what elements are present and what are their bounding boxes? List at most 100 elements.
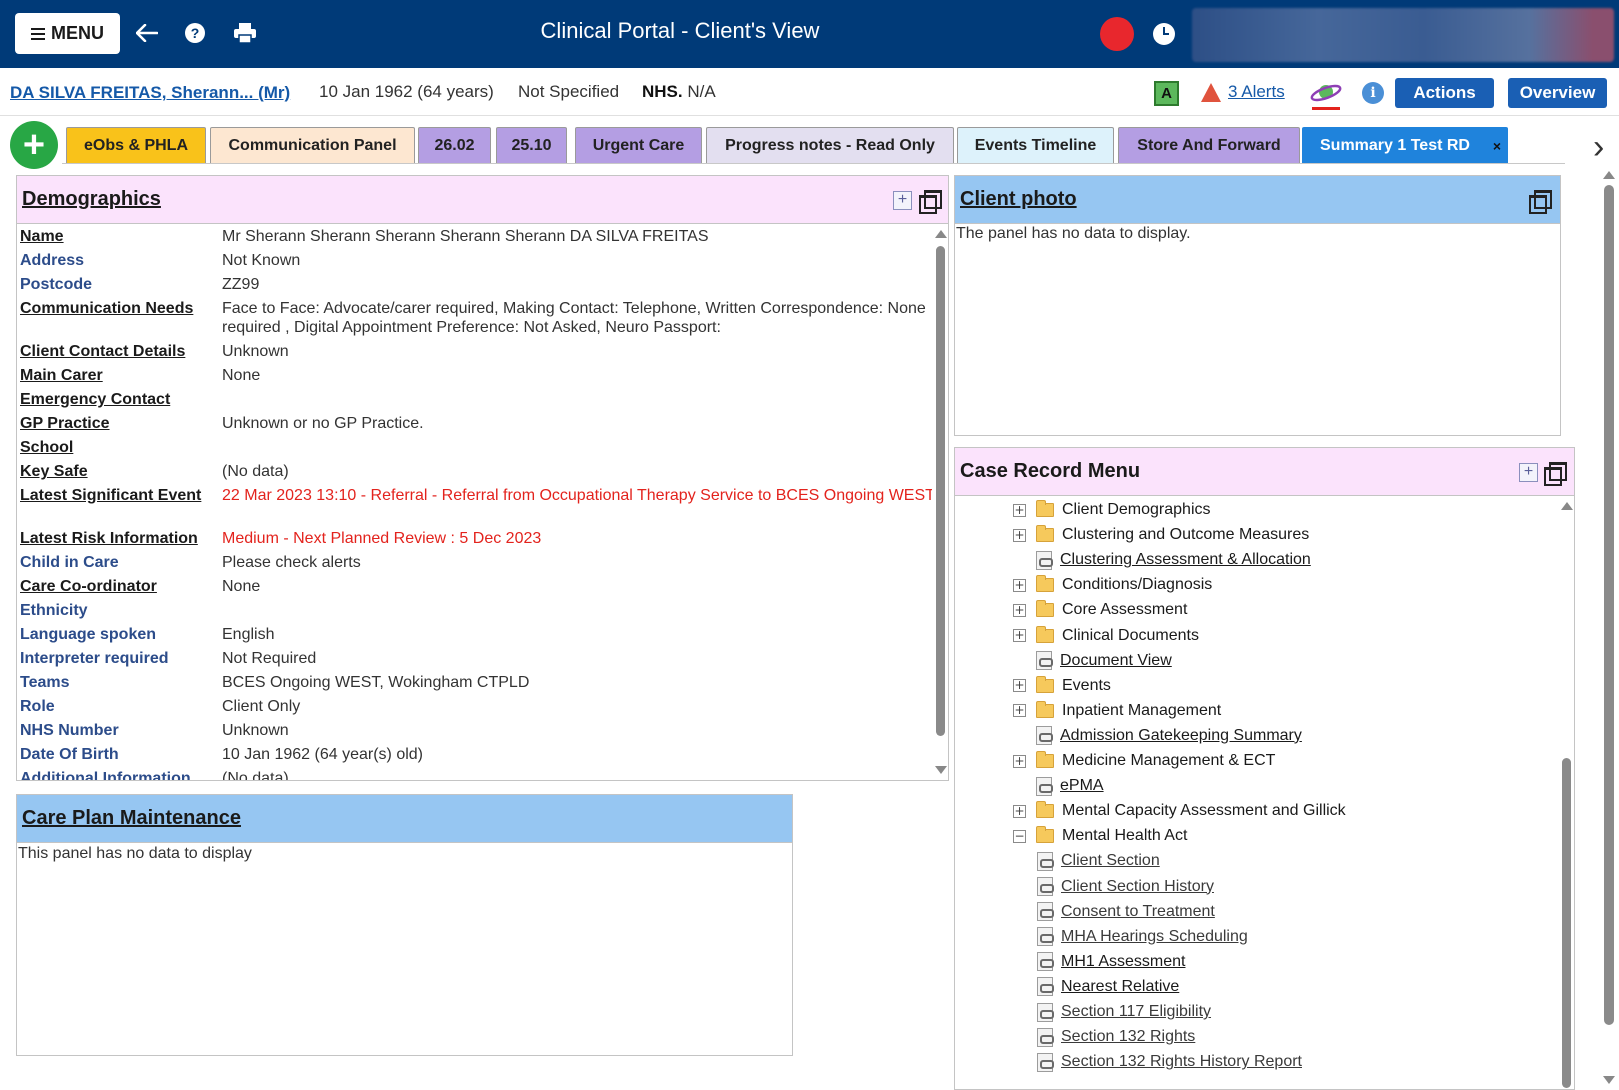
back-arrow-icon[interactable] <box>133 19 161 47</box>
restore-window-icon[interactable] <box>1544 462 1567 486</box>
expand-plus-icon[interactable]: + <box>1519 463 1538 482</box>
restore-window-icon[interactable] <box>919 190 942 214</box>
tree-item[interactable]: + Inpatient Management <box>1013 700 1221 722</box>
demographics-scrollbar[interactable] <box>932 224 948 780</box>
tree-item-label[interactable]: Nearest Relative <box>1061 978 1179 996</box>
tree-item-label[interactable]: Core Assessment <box>1062 601 1187 619</box>
tree-item-label[interactable]: Section 117 Eligibility <box>1061 1003 1211 1021</box>
tree-item[interactable]: Section 117 Eligibility <box>1037 1001 1211 1023</box>
warning-icon[interactable] <box>1201 83 1221 102</box>
tree-item-label[interactable]: Mental Health Act <box>1062 827 1187 845</box>
tree-item-label[interactable]: MHA Hearings Scheduling <box>1061 928 1248 946</box>
tree-item-label[interactable]: Section 132 Rights <box>1061 1028 1195 1046</box>
expand-icon[interactable]: + <box>1013 578 1026 592</box>
tree-item-label[interactable]: Consent to Treatment <box>1061 903 1215 921</box>
tree-item[interactable]: MHA Hearings Scheduling <box>1037 926 1248 948</box>
clock-icon[interactable] <box>1153 23 1175 45</box>
scroll-up-icon[interactable] <box>1561 502 1573 510</box>
tree-item[interactable]: + Conditions/Diagnosis <box>1013 574 1212 596</box>
help-icon[interactable]: ? <box>181 19 209 47</box>
tree-item[interactable]: ePMA <box>1013 775 1104 797</box>
tab-progress-notes[interactable]: Progress notes - Read Only <box>706 127 954 164</box>
field-label[interactable]: School <box>20 438 210 457</box>
tree-item[interactable]: Client Section <box>1037 850 1160 872</box>
tree-item-label[interactable]: Inpatient Management <box>1062 702 1221 720</box>
tree-item[interactable]: + Clustering and Outcome Measures <box>1013 524 1309 546</box>
tree-item[interactable]: Clustering Assessment & Allocation <box>1013 549 1311 571</box>
actions-button[interactable]: Actions <box>1395 78 1494 108</box>
expand-icon[interactable]: + <box>1013 629 1026 642</box>
expand-icon[interactable]: + <box>1013 603 1026 617</box>
tree-item-label[interactable]: Document View <box>1060 652 1172 670</box>
add-tab-button[interactable]: + <box>10 121 58 169</box>
page-scrollbar[interactable] <box>1600 165 1618 1090</box>
tree-item-label[interactable]: Clustering and Outcome Measures <box>1062 526 1309 544</box>
expand-icon[interactable]: + <box>1013 704 1026 718</box>
planet-icon[interactable] <box>1309 78 1343 112</box>
tree-item-label[interactable]: Admission Gatekeeping Summary <box>1060 727 1302 745</box>
tree-item[interactable]: MH1 Assessment <box>1037 951 1185 973</box>
print-icon[interactable] <box>231 19 259 47</box>
tab-communication-panel[interactable]: Communication Panel <box>210 127 415 164</box>
alerts-link[interactable]: 3 Alerts <box>1228 82 1285 102</box>
scroll-down-icon[interactable] <box>935 766 947 774</box>
tree-item-label[interactable]: Mental Capacity Assessment and Gillick <box>1062 802 1346 820</box>
expand-icon[interactable]: + <box>1013 528 1026 542</box>
a-status-badge[interactable]: A <box>1154 81 1179 106</box>
field-label[interactable]: Client Contact Details <box>20 342 210 361</box>
expand-plus-icon[interactable]: + <box>893 191 912 210</box>
tree-item-label[interactable]: MH1 Assessment <box>1061 953 1185 971</box>
field-label[interactable]: Latest Significant Event <box>20 486 210 505</box>
tree-item[interactable]: Consent to Treatment <box>1037 901 1215 923</box>
tree-item[interactable]: Admission Gatekeeping Summary <box>1013 725 1302 747</box>
tree-item[interactable]: + Core Assessment <box>1013 599 1187 621</box>
tree-item[interactable]: + Client Demographics <box>1013 499 1211 521</box>
tree-item-label[interactable]: Clustering Assessment & Allocation <box>1060 551 1311 569</box>
collapse-icon[interactable]: − <box>1013 829 1026 843</box>
tree-item-label[interactable]: Section 132 Rights History Report <box>1061 1053 1302 1071</box>
scroll-thumb[interactable] <box>936 246 945 736</box>
tab-events-timeline[interactable]: Events Timeline <box>957 127 1114 164</box>
field-label[interactable]: Name <box>20 227 210 246</box>
expand-icon[interactable]: + <box>1013 679 1026 693</box>
field-label[interactable]: Key Safe <box>20 462 210 481</box>
tree-item[interactable]: Document View <box>1013 650 1172 672</box>
tree-item-label[interactable]: Client Demographics <box>1062 501 1211 519</box>
close-tab-icon[interactable]: × <box>1493 138 1501 154</box>
tab-urgent-care[interactable]: Urgent Care <box>575 127 702 164</box>
scroll-up-icon[interactable] <box>1603 171 1615 179</box>
tree-item-label[interactable]: Client Section <box>1061 852 1160 870</box>
tab-store-and-forward[interactable]: Store And Forward <box>1118 127 1300 164</box>
field-label[interactable]: GP Practice <box>20 414 210 433</box>
field-label[interactable]: Latest Risk Information <box>20 529 210 548</box>
field-label[interactable]: Main Carer <box>20 366 210 385</box>
client-photo-title[interactable]: Client photo <box>960 188 1077 211</box>
tree-item-label[interactable]: Client Section History <box>1061 878 1214 896</box>
care-plan-title[interactable]: Care Plan Maintenance <box>22 807 241 830</box>
tab-summary-1-test-rd[interactable]: Summary 1 Test RD × <box>1302 127 1508 164</box>
tree-item-label[interactable]: Clinical Documents <box>1062 627 1199 645</box>
tree-item[interactable]: Client Section History <box>1037 876 1214 898</box>
tree-item-label[interactable]: Medicine Management & ECT <box>1062 752 1275 770</box>
scroll-down-icon[interactable] <box>1603 1076 1615 1084</box>
tree-item[interactable]: − Mental Health Act <box>1013 825 1187 847</box>
tree-item[interactable]: Nearest Relative <box>1037 976 1179 998</box>
tree-item[interactable]: + Medicine Management & ECT <box>1013 750 1275 772</box>
tab-eobs-phla[interactable]: eObs & PHLA <box>66 127 206 164</box>
scroll-up-icon[interactable] <box>935 230 947 238</box>
scroll-thumb[interactable] <box>1562 758 1571 1088</box>
tree-item[interactable]: + Mental Capacity Assessment and Gillick <box>1013 800 1346 822</box>
field-label[interactable]: Communication Needs <box>20 299 210 318</box>
menu-button[interactable]: MENU <box>15 13 120 54</box>
demographics-title[interactable]: Demographics <box>22 188 161 211</box>
tree-item-label[interactable]: Conditions/Diagnosis <box>1062 576 1212 594</box>
expand-icon[interactable]: + <box>1013 804 1026 818</box>
info-icon[interactable]: i <box>1362 82 1384 104</box>
tab-26-02[interactable]: 26.02 <box>418 127 491 164</box>
case-record-scrollbar[interactable] <box>1558 496 1574 1089</box>
tree-item[interactable]: Section 132 Rights <box>1037 1026 1195 1048</box>
tree-item[interactable]: Section 132 Rights History Report <box>1037 1051 1302 1073</box>
overview-button[interactable]: Overview <box>1508 78 1607 108</box>
expand-icon[interactable]: + <box>1013 754 1026 768</box>
status-indicator-icon[interactable] <box>1100 17 1134 51</box>
